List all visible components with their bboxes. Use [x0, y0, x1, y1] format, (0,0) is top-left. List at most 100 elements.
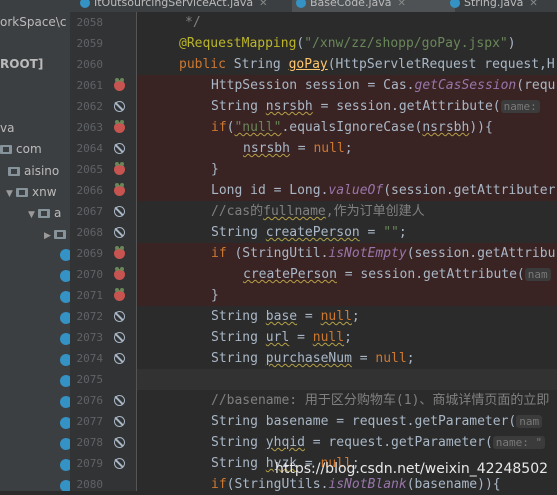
gutter-line[interactable]: 2078: [70, 432, 136, 453]
coverage-icon[interactable]: [114, 267, 125, 280]
class-file-icon[interactable]: [60, 438, 70, 450]
keyword-text: if: [211, 246, 227, 261]
gutter-line[interactable]: 2059: [70, 33, 136, 54]
editor-gutter[interactable]: 2058 2059 2060 2061 2062 2063 2064 2065 2066 2067…: [70, 12, 137, 491]
keyword-text: null: [312, 330, 345, 345]
gutter-line[interactable]: 2064: [70, 138, 136, 159]
java-class-icon: [80, 0, 90, 8]
tab-basecode[interactable]: BaseCode.java ✕: [292, 0, 455, 12]
gutter-line[interactable]: 2060: [70, 54, 136, 75]
tree-row-root[interactable]: ROOT]: [0, 54, 43, 74]
breakpoint-icon[interactable]: [114, 353, 125, 364]
class-file-icon[interactable]: [60, 375, 70, 387]
breakpoint-icon[interactable]: [114, 437, 125, 448]
package-icon: [16, 188, 28, 197]
tab-string[interactable]: String.java ✕: [446, 0, 538, 12]
chevron-down-icon[interactable]: ▼: [28, 205, 38, 225]
gutter-line[interactable]: 2071: [70, 285, 136, 306]
gutter-line[interactable]: 2072: [70, 306, 136, 327]
parameter-hint: name:: [500, 100, 540, 113]
class-file-icon[interactable]: [60, 291, 70, 303]
tree-row-com[interactable]: com: [0, 139, 42, 159]
breakpoint-icon[interactable]: [114, 332, 125, 343]
tree-row-java[interactable]: va: [0, 118, 14, 138]
tree-row-workspace[interactable]: orkSpace\c: [0, 12, 66, 32]
coverage-icon[interactable]: [114, 246, 125, 259]
close-icon[interactable]: ✕: [259, 0, 267, 9]
gutter-line[interactable]: 2079: [70, 453, 136, 474]
code-line-2076: //basename: 用于区分购物车(1)、商城详情页面的立即: [137, 390, 557, 411]
tree-row-xnw[interactable]: ▼ xnw: [6, 182, 57, 202]
gutter-line[interactable]: 2058: [70, 12, 136, 33]
class-file-icon[interactable]: [60, 480, 70, 491]
breakpoint-icon[interactable]: [114, 206, 125, 217]
code-text: (StringUtils.: [226, 477, 329, 491]
keyword-text: if: [211, 477, 227, 491]
gutter-line[interactable]: 2061: [70, 75, 136, 96]
class-file-icon[interactable]: [60, 270, 70, 282]
coverage-icon[interactable]: [114, 78, 125, 91]
chevron-down-icon[interactable]: ▼: [6, 184, 16, 204]
gutter-line[interactable]: 2074: [70, 348, 136, 369]
coverage-icon[interactable]: [114, 288, 125, 301]
breakpoint-icon[interactable]: [114, 458, 125, 469]
code-line-2073: String url = null;: [137, 327, 557, 348]
coverage-icon[interactable]: [114, 120, 125, 133]
gutter-line[interactable]: 2069: [70, 243, 136, 264]
comment-text: ,作为订单创建人: [325, 204, 425, 219]
gutter-line[interactable]: 2066: [70, 180, 136, 201]
tree-row-subfolder[interactable]: ▶: [44, 224, 70, 244]
gutter-line[interactable]: 2070: [70, 264, 136, 285]
code-text: =: [297, 309, 321, 324]
code-text: .equalsIgnoreCase(: [281, 120, 423, 135]
class-file-icon[interactable]: [60, 396, 70, 408]
class-file-icon[interactable]: [60, 459, 70, 471]
code-line-2070: createPerson = session.getAttribute(nam: [137, 264, 557, 285]
gutter-line[interactable]: 2080: [70, 474, 136, 495]
breakpoint-icon[interactable]: [114, 395, 125, 406]
gutter-line[interactable]: 2077: [70, 411, 136, 432]
code-text: ;: [344, 330, 352, 345]
breakpoint-icon[interactable]: [114, 416, 125, 427]
gutter-line[interactable]: 2063: [70, 117, 136, 138]
tree-label: aisino: [24, 164, 60, 178]
breakpoint-icon[interactable]: [114, 101, 125, 112]
breakpoint-icon[interactable]: [114, 143, 125, 154]
class-file-icon[interactable]: [60, 417, 70, 429]
gutter-line[interactable]: 2062: [70, 96, 136, 117]
coverage-icon[interactable]: [114, 162, 125, 175]
gutter-line[interactable]: 2065: [70, 159, 136, 180]
line-number: 2069: [76, 247, 104, 260]
code-editor[interactable]: */ @RequestMapping("/xnw/zz/shopp/goPay.…: [137, 12, 557, 491]
string-literal: "": [383, 225, 399, 240]
code-line-2074: String purchaseNum = null;: [137, 348, 557, 369]
close-icon[interactable]: ✕: [529, 0, 537, 9]
class-file-icon[interactable]: [60, 333, 70, 345]
line-number: 2065: [76, 163, 104, 176]
variable-name: yhqid: [265, 435, 305, 450]
class-file-icon[interactable]: [60, 312, 70, 324]
class-file-icon[interactable]: [60, 249, 70, 261]
line-number: 2075: [76, 373, 104, 386]
line-number: 2076: [76, 394, 104, 407]
breakpoint-icon[interactable]: [114, 227, 125, 238]
line-number: 2063: [76, 121, 104, 134]
close-icon[interactable]: ✕: [398, 0, 406, 9]
gutter-line[interactable]: 2067: [70, 201, 136, 222]
parameter-hint: name: ": [492, 436, 546, 449]
gutter-line[interactable]: 2068: [70, 222, 136, 243]
tree-row-aisino[interactable]: aisino: [8, 161, 59, 181]
coverage-icon[interactable]: [114, 183, 125, 196]
gutter-line[interactable]: 2073: [70, 327, 136, 348]
gutter-line[interactable]: 2076: [70, 390, 136, 411]
static-method: isNotBlank: [328, 477, 407, 491]
gutter-line[interactable]: 2075: [70, 369, 136, 390]
class-file-icon[interactable]: [60, 354, 70, 366]
code-text: =: [289, 330, 313, 345]
code-text: String: [211, 309, 266, 324]
tree-row-a[interactable]: ▼ a: [28, 203, 61, 223]
breakpoint-icon[interactable]: [114, 311, 125, 322]
tab-itoutsourcingserviceact[interactable]: ItOutsourcingServiceAct.java ✕: [76, 0, 268, 12]
keyword-text: null: [320, 309, 352, 324]
chevron-right-icon[interactable]: ▶: [44, 226, 54, 246]
